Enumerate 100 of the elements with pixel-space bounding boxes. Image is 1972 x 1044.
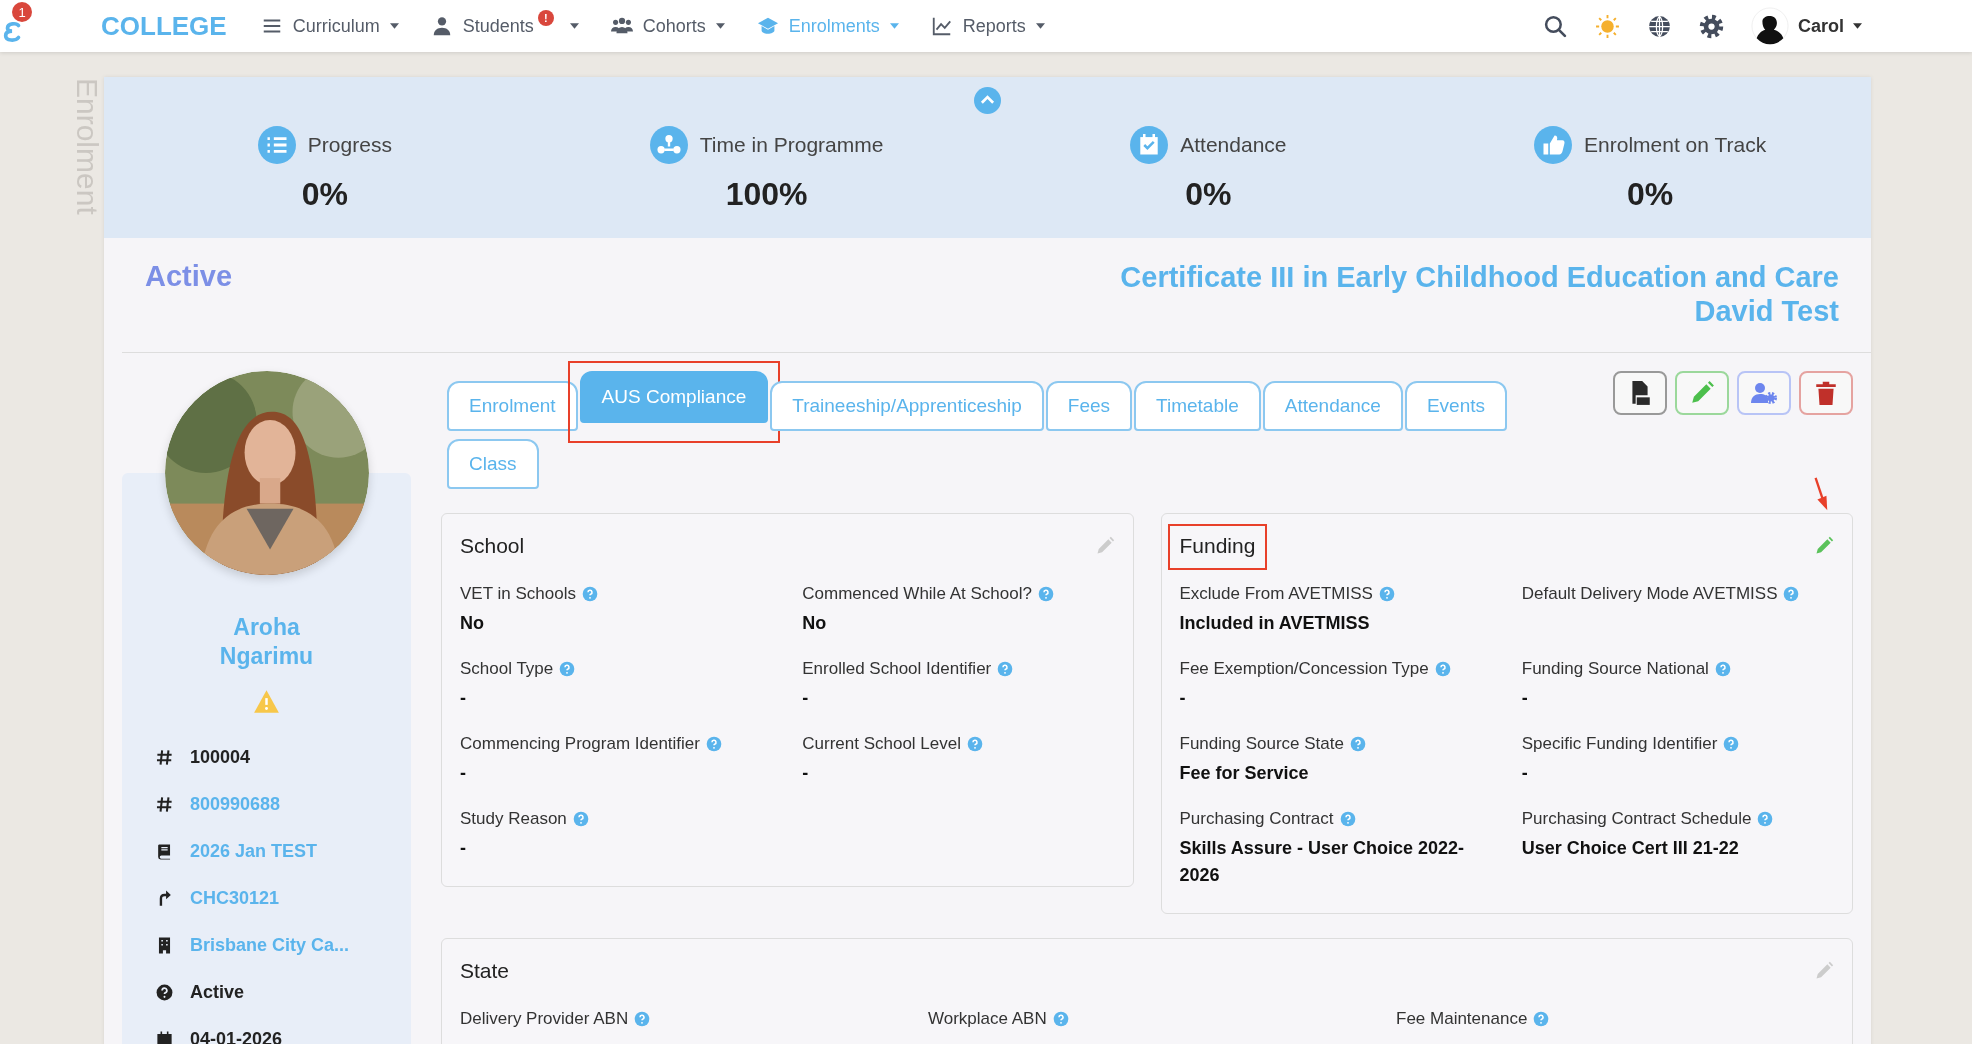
nav-menu-item[interactable]: Enrolments <box>756 6 899 46</box>
calendar-icon <box>155 1030 174 1044</box>
detail-text: Active <box>190 982 245 1003</box>
field-value: No <box>802 612 828 635</box>
caret-icon <box>569 23 579 29</box>
tab[interactable]: Enrolment <box>447 381 578 431</box>
search-icon[interactable] <box>1543 13 1568 39</box>
edit-button[interactable] <box>1675 371 1729 415</box>
nav-menu-item[interactable]: Reports <box>930 6 1045 46</box>
pencil-icon[interactable] <box>1814 961 1834 981</box>
status-label: Active <box>145 260 233 294</box>
help-icon[interactable] <box>1037 586 1054 602</box>
field-label: Purchasing Contract <box>1179 809 1334 829</box>
help-icon[interactable] <box>1723 736 1740 752</box>
detail-link[interactable]: 2026 Jan TEST <box>190 841 318 862</box>
caret-icon <box>889 23 899 29</box>
field-value: - <box>1521 762 1529 785</box>
help-icon[interactable] <box>1349 736 1366 752</box>
stat-label: Progress <box>307 133 392 157</box>
hash-icon <box>155 748 174 767</box>
student-name[interactable]: Aroha Ngarimu <box>206 613 327 671</box>
hash-icon <box>155 795 174 814</box>
chevron-up-icon[interactable] <box>973 87 1001 114</box>
nav-menu-item[interactable]: Curriculum <box>260 6 399 46</box>
nav-menu-label: Enrolments <box>788 15 880 37</box>
help-circle-icon <box>155 983 174 1002</box>
detail-link[interactable]: 800990688 <box>190 794 281 815</box>
field-value: - <box>1521 687 1529 710</box>
field-label: Commencing Program Identifier <box>460 734 700 754</box>
field-label: Commenced While At School? <box>802 584 1032 604</box>
user-menu[interactable]: Carol <box>1751 7 1862 45</box>
pdf-button[interactable] <box>1613 371 1667 415</box>
stat-value: 0% <box>1627 176 1674 213</box>
tab[interactable]: AUS Compliance <box>579 371 769 423</box>
trash-icon <box>1813 380 1839 406</box>
help-icon[interactable] <box>581 586 598 602</box>
stat-value: 0% <box>301 176 348 213</box>
detail-link[interactable]: CHC30121 <box>190 888 280 909</box>
help-icon[interactable] <box>706 736 722 752</box>
nav-menu-item[interactable]: Students ! <box>430 6 579 46</box>
nav-menu-label: Curriculum <box>292 15 380 37</box>
user-settings-button[interactable] <box>1737 371 1791 415</box>
detail-link[interactable]: Brisbane City Ca... <box>190 935 350 956</box>
field-value: Skills Assure - User Choice 2022-2026 <box>1179 837 1465 887</box>
field-label: Funding Source National <box>1521 659 1709 679</box>
enrolment-heading: Certificate III in Early Childhood Education and Care <box>1120 260 1839 294</box>
help-icon[interactable] <box>1533 1011 1550 1027</box>
help-icon[interactable] <box>1339 811 1356 827</box>
help-icon[interactable] <box>997 661 1014 677</box>
sun-icon[interactable] <box>1595 13 1620 39</box>
delete-button[interactable] <box>1799 371 1853 415</box>
help-icon[interactable] <box>1378 586 1395 602</box>
enrolment-heading: David Test <box>1694 294 1839 328</box>
field-label: Enrolled School Identifier <box>802 659 992 679</box>
help-icon[interactable] <box>1757 811 1774 827</box>
field-label: Specific Funding Identifier <box>1521 734 1718 754</box>
tab[interactable]: Events <box>1404 381 1508 431</box>
field-label: Fee Maintenance <box>1396 1009 1528 1029</box>
field-value: Included in AVETMISS <box>1179 612 1371 635</box>
field-value: - <box>460 837 467 860</box>
warning-icon <box>253 689 280 714</box>
help-icon[interactable] <box>1783 586 1800 602</box>
tab[interactable]: Attendance <box>1262 381 1403 431</box>
thumbs-up-icon <box>1534 126 1573 164</box>
globe-icon[interactable] <box>1647 13 1672 39</box>
pencil-icon[interactable] <box>1814 536 1834 556</box>
line-chart-icon <box>930 15 953 37</box>
brand-name[interactable]: COLLEGE <box>101 10 227 42</box>
stat-label: Enrolment on Track <box>1584 133 1767 157</box>
tab[interactable]: Timetable <box>1134 381 1261 431</box>
help-icon[interactable] <box>1434 661 1451 677</box>
nav-menu-label: Students <box>462 15 534 37</box>
section-title: Funding <box>1179 534 1256 558</box>
field-value: User Choice Cert III 21-22 <box>1521 837 1740 860</box>
pencil-icon <box>1689 380 1715 406</box>
tab[interactable]: Fees <box>1045 381 1133 431</box>
caret-icon <box>715 23 725 29</box>
avatar-icon <box>1751 7 1789 45</box>
stat-label: Time in Programme <box>699 133 884 157</box>
help-icon[interactable] <box>1714 661 1731 677</box>
tab[interactable]: Class <box>447 439 539 489</box>
nav-menu-item[interactable]: Cohorts <box>610 6 725 46</box>
settings-icon[interactable] <box>1699 13 1724 39</box>
caret-icon <box>389 23 399 29</box>
field-value: - <box>460 687 467 710</box>
field-value: Fee for Service <box>1179 762 1310 785</box>
field-value: - <box>1179 687 1187 710</box>
caret-icon <box>1853 23 1862 29</box>
tab[interactable]: Traineeship/Apprenticeship <box>770 381 1044 431</box>
help-icon[interactable] <box>967 736 983 752</box>
help-icon[interactable] <box>1052 1011 1069 1027</box>
field-label: Delivery Provider ABN <box>460 1009 629 1029</box>
user-name: Carol <box>1798 15 1844 37</box>
graduation-cap-icon <box>756 15 779 37</box>
help-icon[interactable] <box>572 811 589 827</box>
help-icon[interactable] <box>559 661 576 677</box>
field-value: No <box>460 612 485 635</box>
nav-menu-label: Reports <box>962 15 1026 37</box>
field-value: - <box>460 762 467 785</box>
help-icon[interactable] <box>634 1011 651 1027</box>
